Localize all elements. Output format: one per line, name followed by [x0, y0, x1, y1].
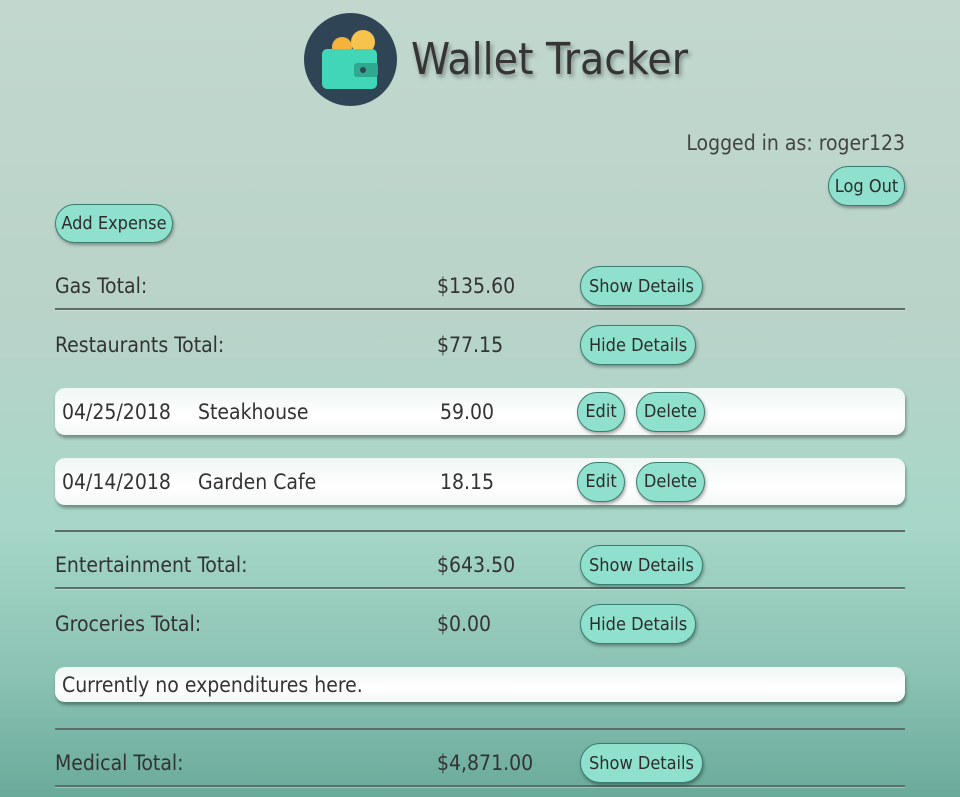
category-name: Groceries Total: [55, 612, 202, 636]
wallet-logo-icon [304, 13, 397, 106]
category-total: $77.15 [437, 333, 504, 357]
expense-card: 04/25/2018 Steakhouse 59.00 Edit Delete [55, 388, 905, 435]
expense-amount: 59.00 [440, 399, 495, 424]
add-expense-button[interactable]: Add Expense [55, 204, 173, 243]
edit-expense-button[interactable]: Edit [577, 461, 625, 502]
show-details-button[interactable]: Show Details [580, 266, 703, 306]
delete-expense-button[interactable]: Delete [636, 461, 705, 502]
expense-description: Steakhouse [198, 399, 309, 424]
category-row-restaurants: Restaurants Total: $77.15 Hide Details [55, 322, 905, 368]
category-name: Restaurants Total: [55, 333, 225, 357]
category-row-medical: Medical Total: $4,871.00 Show Details [55, 741, 905, 787]
app-title: Wallet Tracker [411, 34, 688, 85]
category-name: Entertainment Total: [55, 553, 248, 577]
section-divider [55, 530, 905, 532]
hide-details-button[interactable]: Hide Details [580, 325, 697, 365]
hide-details-button[interactable]: Hide Details [580, 604, 697, 644]
expense-card: 04/14/2018 Garden Cafe 18.15 Edit Delete [55, 458, 905, 505]
category-row-groceries: Groceries Total: $0.00 Hide Details [55, 601, 905, 647]
category-name: Medical Total: [55, 751, 184, 775]
category-total: $643.50 [437, 553, 516, 577]
logged-in-status: Logged in as: roger123 [686, 131, 905, 155]
category-row-entertainment: Entertainment Total: $643.50 Show Detail… [55, 543, 905, 589]
category-name: Gas Total: [55, 274, 148, 298]
show-details-button[interactable]: Show Details [580, 743, 703, 783]
category-total: $4,871.00 [437, 751, 534, 775]
category-total: $0.00 [437, 612, 492, 636]
delete-expense-button[interactable]: Delete [636, 391, 705, 432]
category-row-gas: Gas Total: $135.60 Show Details [55, 264, 905, 310]
expense-date: 04/14/2018 [62, 469, 171, 494]
expense-date: 04/25/2018 [62, 399, 171, 424]
empty-expenses-card: Currently no expenditures here. [55, 667, 905, 702]
edit-expense-button[interactable]: Edit [577, 391, 625, 432]
expense-amount: 18.15 [440, 469, 495, 494]
logout-button[interactable]: Log Out [828, 166, 905, 206]
app-header: Wallet Tracker [304, 13, 688, 106]
section-divider [55, 728, 905, 730]
category-total: $135.60 [437, 274, 516, 298]
empty-message: Currently no expenditures here. [62, 672, 363, 697]
expense-description: Garden Cafe [198, 469, 317, 494]
show-details-button[interactable]: Show Details [580, 545, 703, 585]
